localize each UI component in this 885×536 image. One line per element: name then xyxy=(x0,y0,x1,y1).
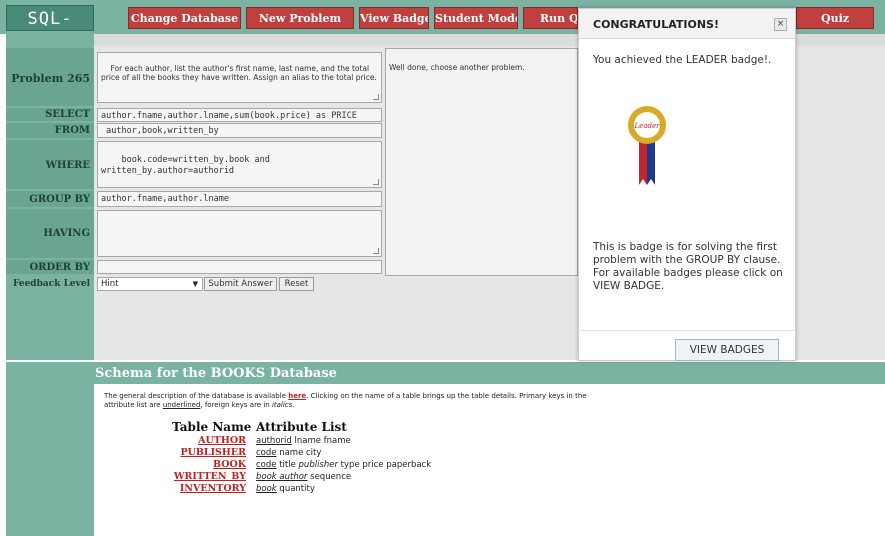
resize-handle-icon[interactable] xyxy=(373,248,379,254)
pk-attr: code xyxy=(256,448,277,458)
table-link-written-by[interactable]: WRITTEN_BY xyxy=(174,471,246,482)
badge-label: Leader xyxy=(634,122,661,130)
student-model-button[interactable]: Student Model xyxy=(434,7,518,29)
table-link-author[interactable]: AUTHOR xyxy=(198,435,246,446)
pk-attr: code xyxy=(256,460,277,470)
left-sidebar-lower xyxy=(6,384,94,536)
view-badges-button[interactable]: View Badges xyxy=(359,7,429,29)
view-badges-dialog-button[interactable]: VIEW BADGES xyxy=(675,339,779,361)
schema-desc-italics: italics xyxy=(271,401,293,409)
reset-button[interactable]: Reset xyxy=(279,277,314,291)
from-input[interactable]: author,book,written_by xyxy=(97,123,382,138)
groupby-label: GROUP BY xyxy=(29,194,90,205)
dialog-title: CONGRATULATIONS! xyxy=(593,18,719,31)
badge-message: You achieved the LEADER badge!. xyxy=(593,54,772,66)
feedback-box: Well done, choose another problem. xyxy=(385,48,578,276)
new-problem-button[interactable]: New Problem xyxy=(246,7,354,29)
badge-description: This is badge is for solving the first p… xyxy=(593,241,783,292)
orderby-label: ORDER BY xyxy=(29,262,90,273)
chevron-down-icon: ▼ xyxy=(192,280,198,288)
fk-attr: publisher xyxy=(298,460,338,470)
schema-desc-text: The general description of the database … xyxy=(104,392,289,400)
feedback-level-label: Feedback Level xyxy=(12,279,90,289)
orderby-input[interactable] xyxy=(97,260,382,274)
having-input[interactable] xyxy=(97,210,382,257)
attributes-book: code title publisher type price paperbac… xyxy=(256,460,431,470)
dialog-divider xyxy=(579,330,795,331)
run-query-button[interactable]: Run Q xyxy=(523,7,578,29)
close-icon[interactable]: × xyxy=(774,18,787,31)
resize-handle-icon[interactable] xyxy=(373,94,379,100)
where-label: WHERE xyxy=(45,160,90,171)
attribute-list-header: Attribute List xyxy=(256,420,347,434)
attributes-publisher: code name city xyxy=(256,448,321,458)
resize-handle-icon[interactable] xyxy=(373,179,379,185)
attributes-inventory: book quantity xyxy=(256,484,315,494)
app-logo[interactable]: SQL-TUTOR xyxy=(6,5,94,55)
select-label: SELECT xyxy=(45,109,90,120)
quiz-button[interactable]: Quiz xyxy=(796,7,874,29)
attr-text: name city xyxy=(276,448,322,458)
from-label: FROM xyxy=(54,125,90,136)
schema-desc-underlined: underlined xyxy=(162,401,201,409)
schema-here-link[interactable]: here xyxy=(288,392,306,400)
attr-text: title xyxy=(276,460,299,470)
where-value: book.code=written_by.book and written_by… xyxy=(101,155,270,176)
pk-attr: authorid xyxy=(256,436,292,446)
table-link-publisher[interactable]: PUBLISHER xyxy=(180,447,246,458)
attr-text: sequence xyxy=(307,472,352,482)
schema-desc-text: , foreign keys are in xyxy=(200,401,272,409)
schema-description: The general description of the database … xyxy=(104,392,604,410)
select-input[interactable]: author.fname,author.lname,sum(book.price… xyxy=(97,108,382,122)
attr-text: quantity xyxy=(276,484,315,494)
schema-desc-text: . xyxy=(292,401,295,409)
sql-tutor-page: SQL-TUTOR Change Database New Problem Vi… xyxy=(0,0,885,536)
attr-text: type price paperback xyxy=(337,460,432,470)
attributes-author: authorid lname fname xyxy=(256,436,351,446)
congratulations-dialog: CONGRATULATIONS! × You achieved the LEAD… xyxy=(578,8,796,361)
feedback-level-select[interactable]: Hint ▼ xyxy=(97,277,203,291)
attributes-written-by: book author sequence xyxy=(256,472,351,482)
schema-title: Schema for the BOOKS Database xyxy=(95,366,337,381)
having-label: HAVING xyxy=(43,228,90,239)
where-input[interactable]: book.code=written_by.book and written_by… xyxy=(97,141,382,188)
dialog-header: CONGRATULATIONS! × xyxy=(579,9,795,39)
attr-text: lname fname xyxy=(291,436,351,446)
feedback-message: Well done, choose another problem. xyxy=(389,63,525,72)
ribbon-left xyxy=(639,137,647,185)
problem-label: Problem 265 xyxy=(11,72,90,85)
table-link-book[interactable]: BOOK xyxy=(213,459,246,470)
submit-answer-button[interactable]: Submit Answer xyxy=(204,277,277,291)
ribbon-right xyxy=(647,137,655,185)
leader-badge-icon: Leader xyxy=(628,106,666,185)
table-link-inventory[interactable]: INVENTORY xyxy=(180,483,246,494)
change-database-button[interactable]: Change Database xyxy=(128,7,241,29)
problem-text: For each author, list the author's first… xyxy=(97,52,382,103)
fk-attr: book xyxy=(256,484,277,494)
groupby-input[interactable]: author.fname,author.lname xyxy=(97,191,382,207)
problem-description: For each author, list the author's first… xyxy=(101,64,377,82)
table-name-header: Table Name xyxy=(172,420,252,434)
fk-attr: book author xyxy=(256,472,308,482)
feedback-level-value: Hint xyxy=(101,279,119,289)
